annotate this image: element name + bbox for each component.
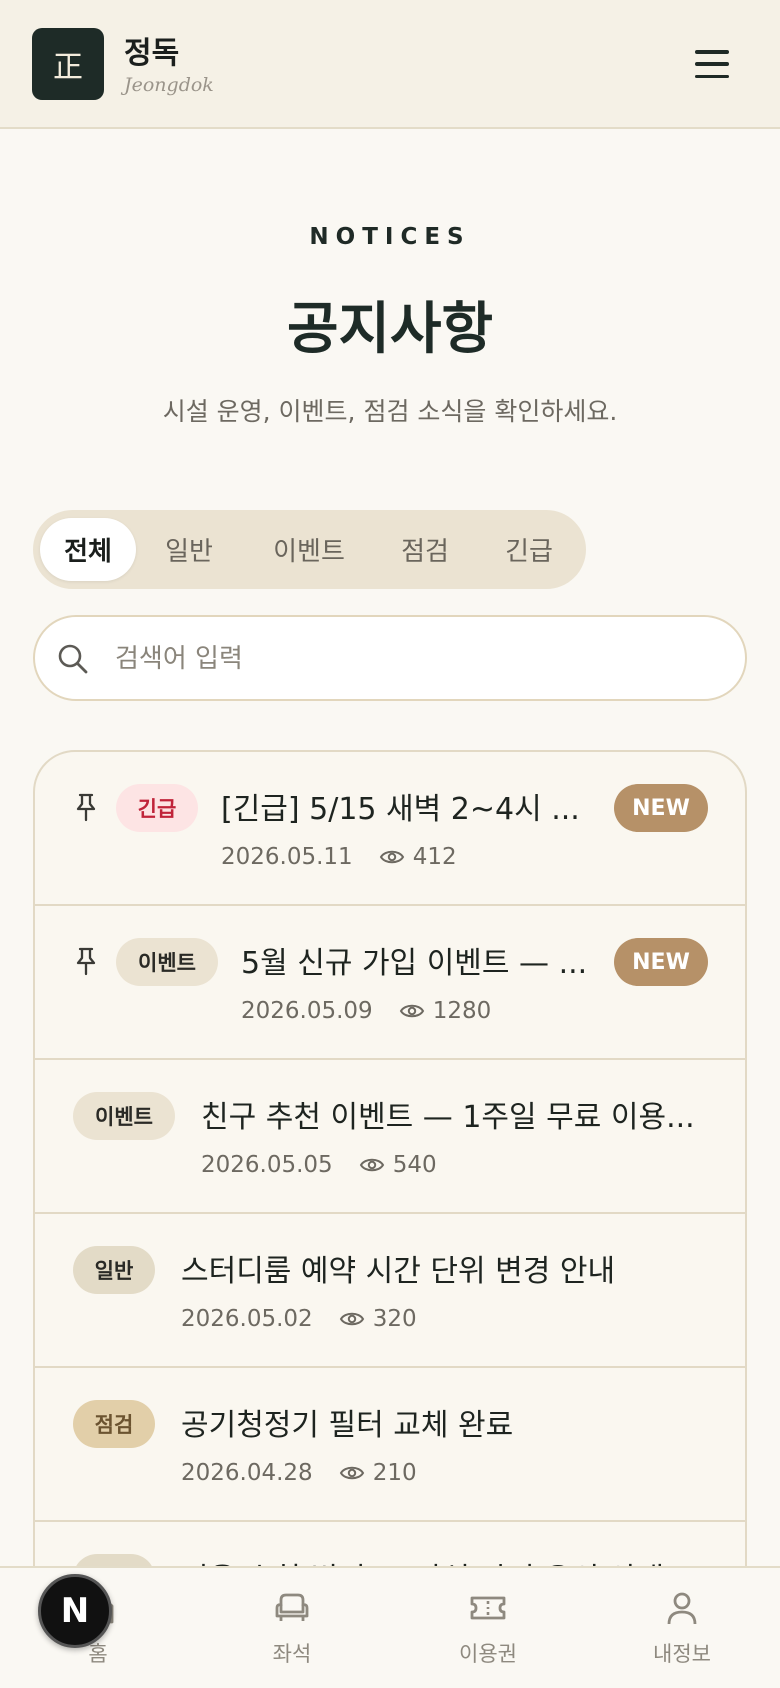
search-icon: [58, 644, 88, 674]
pin-icon: [76, 947, 96, 976]
page-description: 시설 운영, 이벤트, 점검 소식을 확인하세요.: [162, 397, 618, 426]
notice-row[interactable]: 일반 스터디룸 예약 시간 단위 변경 안내 2026.05.02 320: [35, 1214, 745, 1368]
tab-all[interactable]: 전체: [40, 518, 136, 581]
view-count: 320: [372, 1306, 417, 1332]
brand-name: 정독: [124, 36, 180, 71]
notice-title: 공기청정기 필터 교체 완료: [181, 1408, 514, 1443]
category-badge-event: 이벤트: [73, 1092, 175, 1140]
nav-label: 이용권: [459, 1642, 517, 1666]
notice-date: 2026.05.02: [181, 1306, 313, 1332]
brand-subtitle: Jeongdok: [124, 74, 214, 96]
eye-icon: [359, 1158, 384, 1172]
notice-title: [긴급] 5/15 새벽 2~4시 ...: [221, 792, 580, 827]
view-count: 1280: [432, 998, 492, 1024]
nav-label: 좌석: [272, 1642, 312, 1666]
notice-meta: 2026.05.09 1280: [241, 998, 491, 1024]
search-input[interactable]: [115, 635, 715, 683]
nav-ticket[interactable]: 이용권: [418, 1588, 558, 1678]
pin-icon: [76, 793, 96, 822]
notice-date: 2026.05.05: [201, 1152, 333, 1178]
notice-row[interactable]: 긴급 [긴급] 5/15 새벽 2~4시 ... 2026.05.11 412 …: [35, 752, 745, 906]
nav-seat[interactable]: 좌석: [222, 1588, 362, 1678]
dev-tools-badge[interactable]: N: [38, 1574, 112, 1648]
category-tabs: 전체 일반 이벤트 점검 긴급: [33, 510, 586, 589]
view-count: 540: [392, 1152, 437, 1178]
notice-list: 긴급 [긴급] 5/15 새벽 2~4시 ... 2026.05.11 412 …: [33, 750, 747, 1688]
notice-date: 2026.04.28: [181, 1460, 313, 1486]
ticket-icon: [470, 1596, 506, 1620]
notice-row[interactable]: 점검 공기청정기 필터 교체 완료 2026.04.28 210: [35, 1368, 745, 1522]
notice-row[interactable]: 이벤트 5월 신규 가입 이벤트 — ... 2026.05.09 1280 N…: [35, 906, 745, 1060]
category-badge-general: 일반: [73, 1246, 155, 1294]
notice-meta: 2026.05.02 320: [181, 1306, 417, 1332]
notice-title: 5월 신규 가입 이벤트 — ...: [241, 946, 588, 981]
seat-icon: [275, 1593, 309, 1621]
nav-my-info[interactable]: 내정보: [612, 1588, 752, 1678]
eye-icon: [339, 1466, 364, 1480]
view-count: 210: [372, 1460, 417, 1486]
hamburger-menu-icon[interactable]: [690, 44, 734, 84]
bottom-navigation: 홈 좌석 이용권 내정보: [0, 1566, 780, 1688]
category-badge-maintenance: 점검: [73, 1400, 155, 1448]
notice-title: 친구 추천 이벤트 — 1주일 무료 이용...: [201, 1100, 695, 1135]
notice-row[interactable]: 이벤트 친구 추천 이벤트 — 1주일 무료 이용... 2026.05.05 …: [35, 1060, 745, 1214]
tab-urgent[interactable]: 긴급: [481, 518, 577, 581]
app-header: 正 정독 Jeongdok: [0, 0, 780, 129]
eye-icon: [399, 1004, 424, 1018]
notice-date: 2026.05.11: [221, 844, 353, 870]
notice-date: 2026.05.09: [241, 998, 373, 1024]
page-title: 공지사항: [286, 297, 494, 362]
section-eyebrow: NOTICES: [309, 224, 471, 250]
tab-general[interactable]: 일반: [141, 518, 237, 581]
category-badge-event: 이벤트: [116, 938, 218, 986]
notice-title: 스터디룸 예약 시간 단위 변경 안내: [181, 1254, 616, 1289]
logo-icon[interactable]: 正: [32, 28, 104, 100]
notice-meta: 2026.05.11 412: [221, 844, 457, 870]
notice-meta: 2026.04.28 210: [181, 1460, 417, 1486]
nav-label: 내정보: [653, 1642, 711, 1666]
tab-maintenance[interactable]: 점검: [377, 518, 473, 581]
view-count: 412: [412, 844, 457, 870]
tab-event[interactable]: 이벤트: [247, 518, 371, 581]
search-bar: [33, 615, 747, 701]
new-badge: NEW: [614, 938, 708, 986]
notice-meta: 2026.05.05 540: [201, 1152, 437, 1178]
category-badge-urgent: 긴급: [116, 784, 198, 832]
new-badge: NEW: [614, 784, 708, 832]
eye-icon: [339, 1312, 364, 1326]
eye-icon: [379, 850, 404, 864]
user-icon: [667, 1592, 697, 1625]
